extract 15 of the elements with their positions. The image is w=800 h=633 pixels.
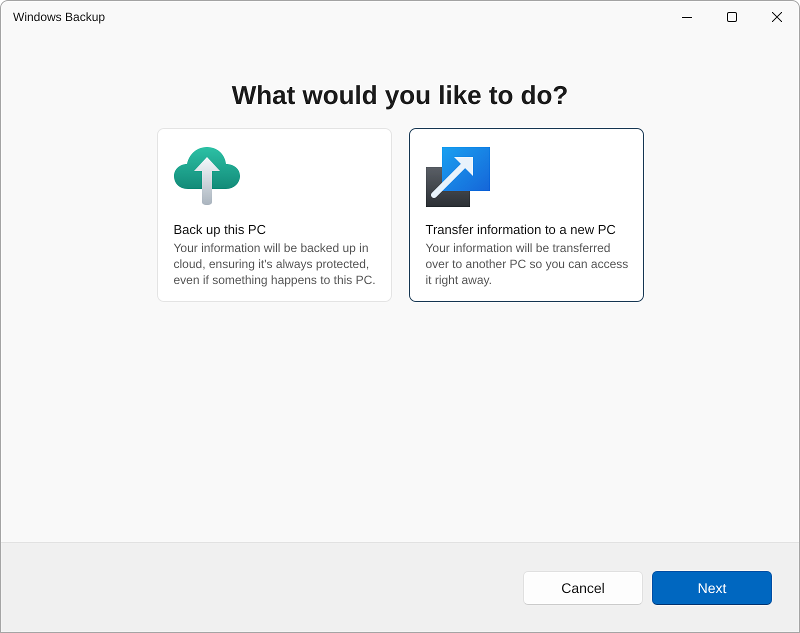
next-button[interactable]: Next bbox=[652, 571, 772, 605]
cloud-upload-icon bbox=[174, 147, 240, 205]
transfer-icon bbox=[426, 147, 490, 207]
option-description: Your information will be backed up in cloud, ensuring it's always protected, even if something happens to this PC. bbox=[174, 240, 377, 288]
maximize-icon bbox=[726, 12, 736, 22]
close-icon bbox=[772, 12, 782, 22]
window-title: Windows Backup bbox=[13, 10, 106, 24]
option-title: Transfer information to a new PC bbox=[426, 221, 617, 239]
minimize-icon bbox=[682, 16, 692, 18]
option-card[interactable]: Back up this PC Your information will be backed up in cloud, ensuring it's always protected, even if something happens to this PC. bbox=[156, 128, 392, 302]
cancel-button[interactable]: Cancel bbox=[523, 571, 643, 605]
option-description: Your information will be transferred over to another PC so you can access it right away. bbox=[426, 240, 630, 288]
option-card[interactable]: Transfer information to a new PC Your information will be transferred over to another PC so you can access it right away. bbox=[408, 128, 644, 302]
page-heading: What would you like to do? bbox=[232, 79, 568, 112]
option-title: Back up this PC bbox=[174, 221, 267, 239]
